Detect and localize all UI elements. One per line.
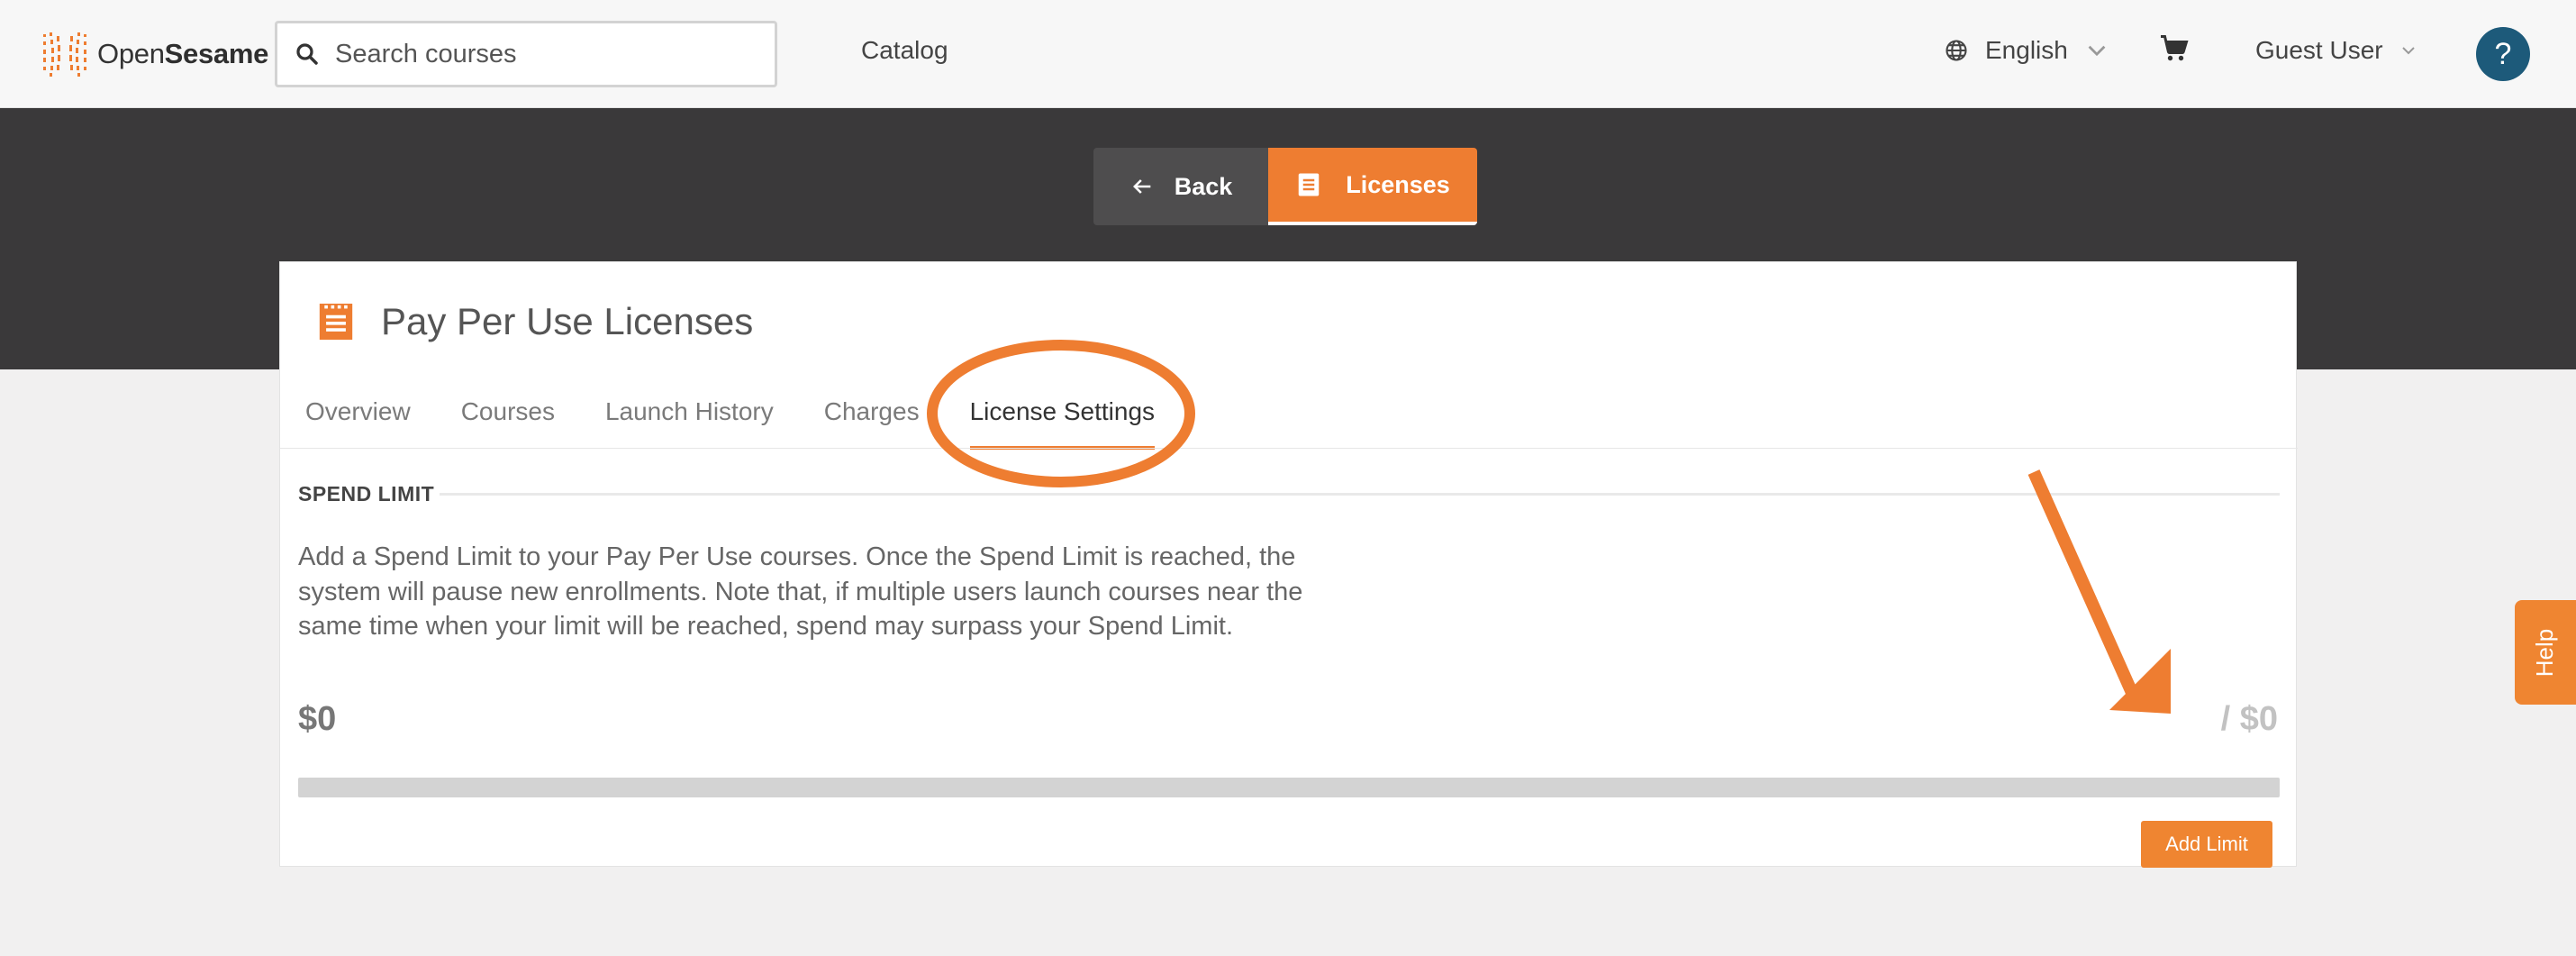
opensesame-logo[interactable]: OpenSesame (41, 27, 268, 81)
help-side-tab[interactable]: Help (2515, 600, 2576, 705)
back-label: Back (1174, 172, 1233, 200)
cart-icon[interactable] (2158, 32, 2191, 65)
tab-charges[interactable]: Charges (824, 397, 920, 455)
logo-text-bold: Sesame (164, 38, 269, 69)
tab-license-settings[interactable]: License Settings (969, 397, 1156, 455)
page-title-text: Pay Per Use Licenses (381, 300, 754, 342)
user-menu[interactable]: Guest User (2255, 36, 2417, 65)
limit-amount: / $0 (2220, 700, 2278, 738)
tab-courses[interactable]: Courses (461, 397, 555, 455)
search-icon (296, 43, 318, 65)
spend-limit-heading: SPEND LIMIT (298, 482, 440, 506)
opensesame-logo-icon (43, 32, 86, 77)
language-label: English (1985, 36, 2068, 64)
search-box (275, 21, 777, 87)
license-document-icon (319, 304, 353, 340)
help-button[interactable]: ? (2476, 27, 2530, 81)
spend-progress-bar (298, 778, 2280, 797)
globe-icon (1946, 40, 1967, 61)
licenses-card: Pay Per Use Licenses Overview Courses La… (279, 261, 2298, 868)
help-side-tab-label: Help (2531, 628, 2559, 677)
catalog-link[interactable]: Catalog (861, 36, 948, 65)
licenses-label: Licenses (1346, 170, 1450, 198)
document-icon (1298, 173, 1320, 196)
search-input[interactable] (335, 39, 731, 69)
page-title: Pay Per Use Licenses (318, 300, 753, 343)
language-selector[interactable]: English (1944, 36, 2126, 65)
tab-overview[interactable]: Overview (305, 397, 411, 455)
chevron-down-icon (2088, 45, 2106, 57)
license-tabs: Overview Courses Launch History Charges … (305, 397, 1205, 455)
chevron-down-icon (2401, 47, 2415, 55)
tab-launch-history[interactable]: Launch History (605, 397, 774, 455)
licenses-button[interactable]: Licenses (1268, 148, 1477, 225)
add-limit-button[interactable]: Add Limit (2141, 821, 2272, 868)
logo-text-regular: Open (97, 38, 165, 69)
top-navigation-bar: OpenSesame Catalog English Guest User ? (0, 0, 2576, 108)
toolbar-button-group: Back Licenses (1093, 148, 1477, 225)
back-button[interactable]: Back (1093, 148, 1268, 225)
spend-limit-description: Add a Spend Limit to your Pay Per Use co… (298, 542, 1303, 641)
section-divider (433, 493, 2280, 496)
logo-text: OpenSesame (97, 38, 268, 70)
arrow-left-icon (1132, 179, 1151, 194)
user-name: Guest User (2255, 36, 2383, 64)
spent-amount: $0 (298, 700, 337, 738)
tabs-divider (280, 448, 2298, 449)
